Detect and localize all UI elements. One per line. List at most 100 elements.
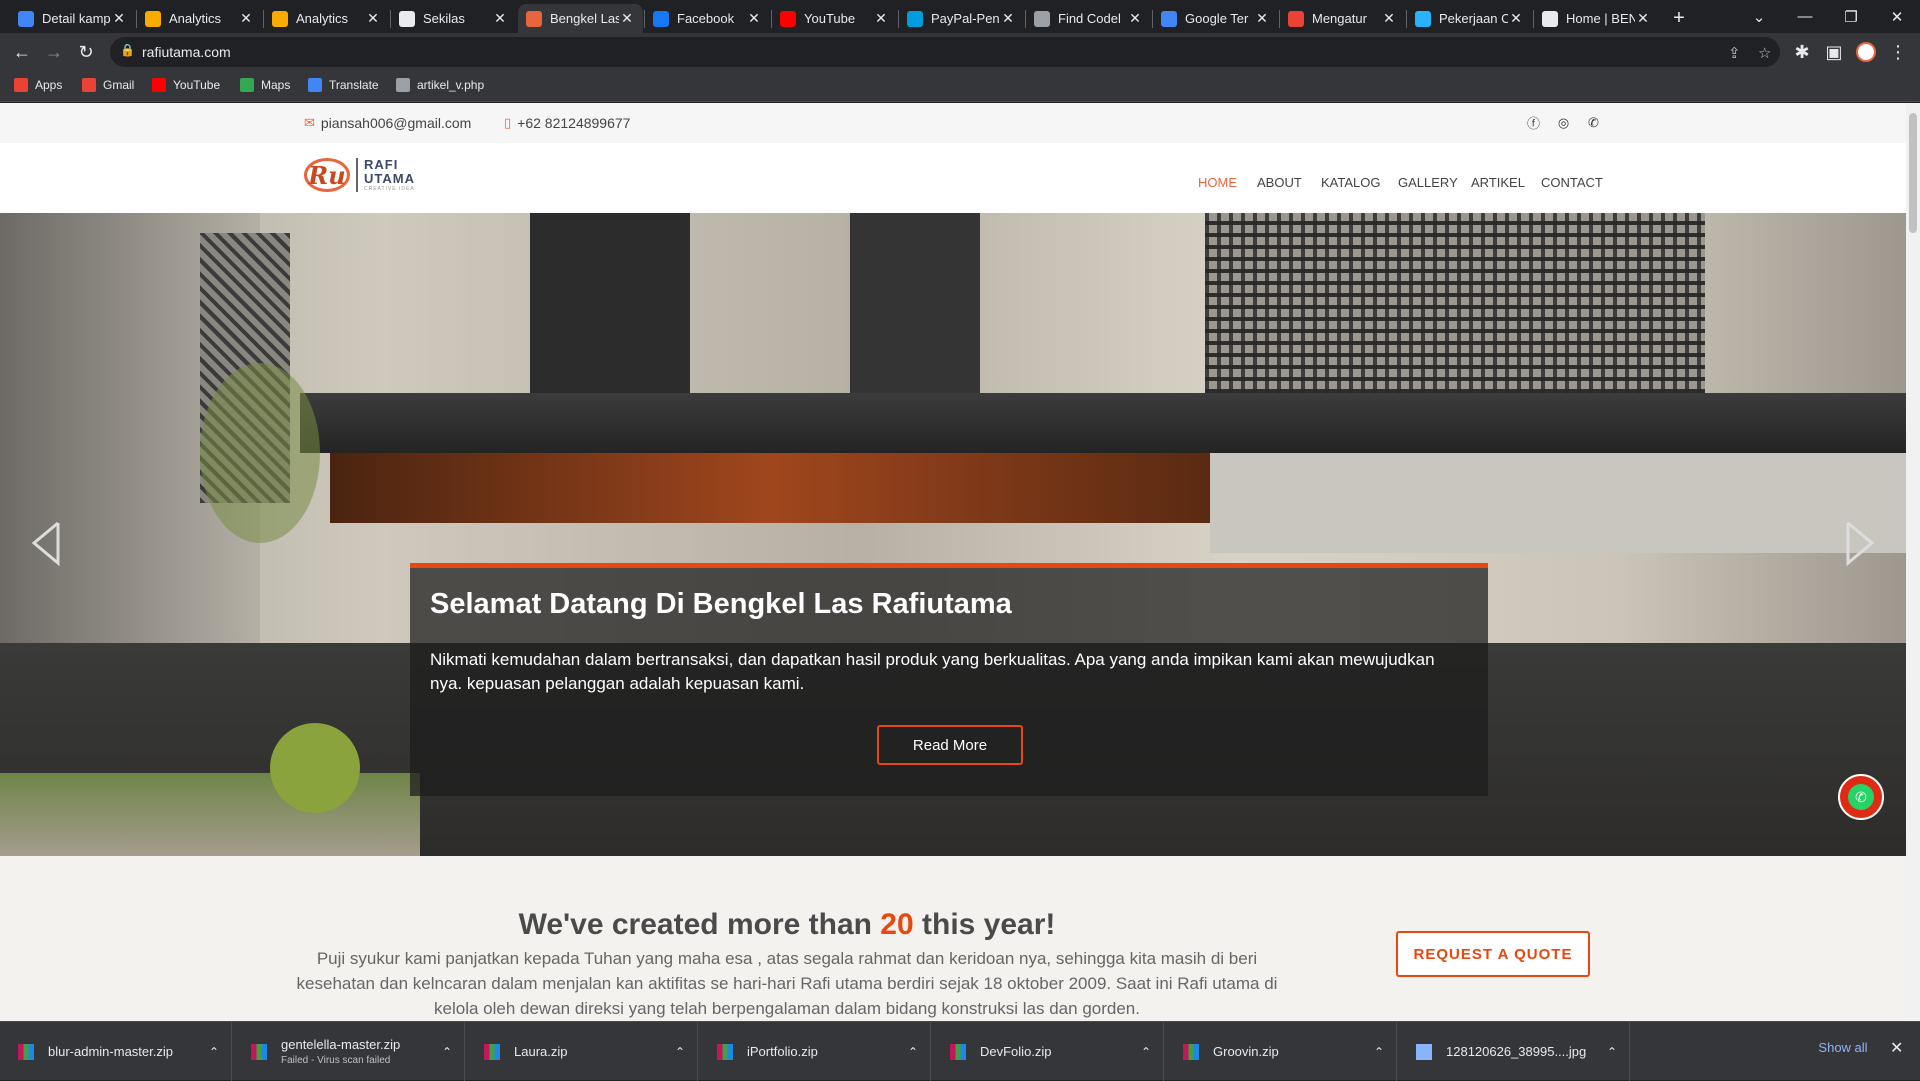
close-tab-icon[interactable]: ✕	[111, 10, 127, 27]
nav-artikel[interactable]: ARTIKEL	[1471, 175, 1525, 190]
scrollbar-thumb[interactable]	[1909, 113, 1917, 233]
chevron-up-icon[interactable]: ⌃	[1374, 1045, 1384, 1059]
next-slide-icon[interactable]	[1838, 513, 1878, 573]
address-bar[interactable]: 🔒 rafiutama.com ⇪ ☆	[110, 37, 1780, 67]
zip-file-icon	[18, 1043, 34, 1060]
email-link[interactable]: ✉ piansah006@gmail.com	[304, 115, 471, 131]
browser-tab[interactable]: Mengatur ✕	[1280, 4, 1405, 33]
browser-tab[interactable]: Facebook ✕	[645, 4, 770, 33]
about-text: Puji syukur kami panjatkan kepada Tuhan …	[296, 949, 1278, 1018]
close-tab-icon[interactable]: ✕	[1508, 10, 1524, 27]
read-more-button[interactable]: Read More	[877, 725, 1023, 765]
phone-text: +62 82124899677	[517, 115, 631, 131]
nav-home[interactable]: HOME	[1198, 175, 1237, 190]
download-item[interactable]: iPortfolio.zip ⌃	[699, 1022, 931, 1081]
bookmark-item[interactable]: Gmail	[82, 78, 134, 92]
tab-title: PayPal-Pen	[931, 11, 1000, 26]
download-item[interactable]: DevFolio.zip ⌃	[932, 1022, 1164, 1081]
close-tab-icon[interactable]: ✕	[619, 10, 635, 27]
whatsapp-icon[interactable]: ✆	[1586, 115, 1601, 130]
close-downloads-icon[interactable]: ✕	[1890, 1038, 1903, 1058]
download-item[interactable]: Laura.zip ⌃	[466, 1022, 698, 1081]
browser-tab[interactable]: PayPal-Pen ✕	[899, 4, 1024, 33]
request-quote-button[interactable]: REQUEST A QUOTE	[1396, 931, 1590, 977]
bookmark-item[interactable]: artikel_v.php	[396, 78, 484, 92]
lock-icon: 🔒	[120, 43, 135, 57]
chevron-up-icon[interactable]: ⌃	[209, 1045, 219, 1059]
browser-tab[interactable]: Find Codel ✕	[1026, 4, 1151, 33]
back-icon[interactable]: ←	[8, 38, 36, 66]
browser-tab[interactable]: Sekilas ✕	[391, 4, 516, 33]
facebook-icon[interactable]: ⓕ	[1526, 115, 1541, 131]
nav-contact[interactable]: CONTACT	[1541, 175, 1603, 190]
nav-gallery[interactable]: GALLERY	[1398, 175, 1458, 190]
browser-tab[interactable]: Analytics ✕	[137, 4, 262, 33]
extensions-icon[interactable]: ✱	[1788, 38, 1816, 66]
page-scrollbar[interactable]	[1906, 103, 1920, 1021]
browser-tab[interactable]: Pekerjaan C ✕	[1407, 4, 1532, 33]
previous-slide-icon[interactable]	[28, 513, 68, 573]
youtube-icon	[152, 78, 166, 92]
tab-separator	[898, 10, 899, 28]
minimize-icon[interactable]: —	[1782, 0, 1828, 33]
close-tab-icon[interactable]: ✕	[1254, 10, 1270, 27]
browser-tab[interactable]: Google Ter ✕	[1153, 4, 1278, 33]
browser-tab[interactable]: Detail kamp ✕	[10, 4, 135, 33]
show-all-downloads-button[interactable]: Show all	[1808, 1040, 1878, 1055]
whatsapp-chat-button[interactable]: ✆	[1838, 774, 1884, 820]
menu-icon[interactable]: ⋮	[1884, 38, 1912, 66]
bookmark-star-icon[interactable]: ☆	[1758, 44, 1771, 62]
side-panel-icon[interactable]: ▣	[1820, 38, 1848, 66]
new-tab-button[interactable]: +	[1664, 4, 1694, 33]
chevron-up-icon[interactable]: ⌃	[908, 1045, 918, 1059]
chevron-up-icon[interactable]: ⌃	[1607, 1045, 1617, 1059]
close-tab-icon[interactable]: ✕	[1127, 10, 1143, 27]
chevron-up-icon[interactable]: ⌃	[675, 1045, 685, 1059]
tab-search-icon[interactable]: ⌄	[1736, 0, 1782, 33]
profile-avatar[interactable]	[1852, 38, 1880, 66]
instagram-icon[interactable]: ◎	[1556, 115, 1571, 130]
bookmark-label: artikel_v.php	[417, 78, 485, 92]
tab-title: Google Ter	[1185, 11, 1249, 26]
close-tab-icon[interactable]: ✕	[873, 10, 889, 27]
nav-about[interactable]: ABOUT	[1257, 175, 1302, 190]
share-icon[interactable]: ⇪	[1728, 44, 1741, 62]
download-item[interactable]: blur-admin-master.zip ⌃	[0, 1022, 232, 1081]
download-item[interactable]: gentelella-master.zip Failed - Virus scan…	[233, 1022, 465, 1081]
close-tab-icon[interactable]: ✕	[746, 10, 762, 27]
logo-line2: UTAMA	[364, 171, 415, 186]
bookmark-label: YouTube	[173, 78, 221, 92]
browser-tab[interactable]: Home | BEN ✕	[1534, 4, 1659, 33]
browser-tab[interactable]: YouTube ✕	[772, 4, 897, 33]
restore-icon[interactable]: ❐	[1828, 0, 1874, 33]
phone-link[interactable]: ▯ +62 82124899677	[504, 115, 630, 131]
close-tab-icon[interactable]: ✕	[1381, 10, 1397, 27]
download-item[interactable]: 128120626_38995....jpg ⌃	[1398, 1022, 1630, 1081]
close-tab-icon[interactable]: ✕	[365, 10, 381, 27]
close-tab-icon[interactable]: ✕	[492, 10, 508, 27]
bookmark-item[interactable]: Apps	[14, 78, 62, 92]
close-tab-icon[interactable]: ✕	[1000, 10, 1016, 27]
forward-icon[interactable]: →	[40, 38, 68, 66]
browser-tab[interactable]: Bengkel Las ✕	[518, 4, 643, 33]
codelab-icon	[1034, 10, 1050, 27]
bookmark-item[interactable]: Maps	[240, 78, 290, 92]
chevron-up-icon[interactable]: ⌃	[1141, 1045, 1151, 1059]
browser-tab[interactable]: Analytics ✕	[264, 4, 389, 33]
download-item[interactable]: Groovin.zip ⌃	[1165, 1022, 1397, 1081]
bookmark-item[interactable]: YouTube	[152, 78, 220, 92]
tab-separator	[1025, 10, 1026, 28]
downloads-bar: blur-admin-master.zip ⌃ gentelella-master.…	[0, 1021, 1920, 1081]
site-logo[interactable]: Ru RAFI UTAMA CREATIVE IDEA	[304, 158, 415, 192]
tab-title: Sekilas	[423, 11, 465, 26]
reload-icon[interactable]: ↻	[72, 38, 100, 66]
tab-separator	[263, 10, 264, 28]
nav-katalog[interactable]: KATALOG	[1321, 175, 1380, 190]
close-tab-icon[interactable]: ✕	[238, 10, 254, 27]
close-window-icon[interactable]: ✕	[1874, 0, 1920, 33]
tab-separator	[136, 10, 137, 28]
chevron-up-icon[interactable]: ⌃	[442, 1045, 452, 1059]
url-text[interactable]: rafiutama.com	[142, 44, 231, 60]
close-tab-icon[interactable]: ✕	[1635, 10, 1651, 27]
bookmark-item[interactable]: Translate	[308, 78, 379, 92]
